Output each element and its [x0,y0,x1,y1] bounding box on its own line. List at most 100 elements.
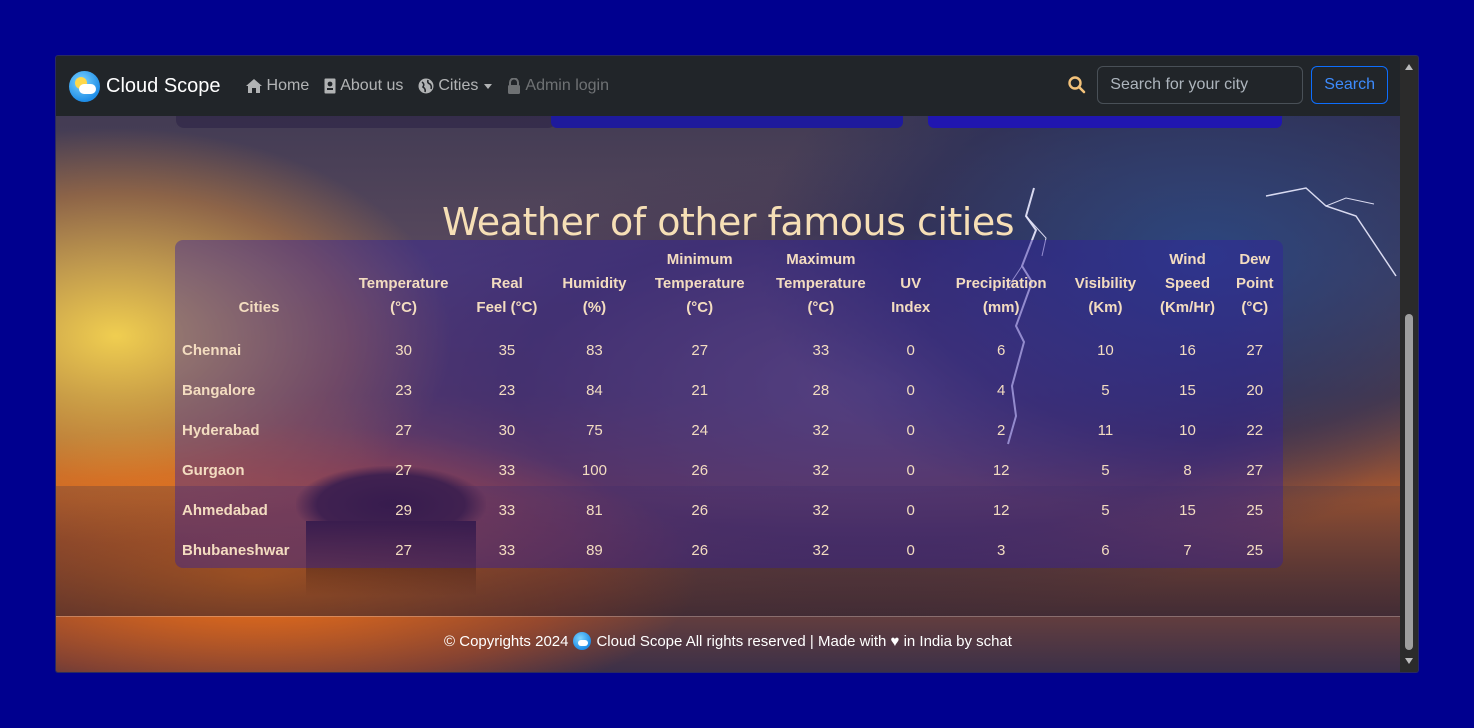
table-cell: 21 [691,381,709,399]
table-cell: 16 [1179,341,1196,359]
table-cell: 7 [1183,541,1192,559]
weather-table-container: Cities Temperature (°C) Real Feel (°C) Hum… [175,240,1283,568]
table-cell: 23 [395,381,412,399]
table-cell: 84 [586,381,603,399]
city-name: Bhubaneshwar [182,541,290,559]
table-cell: 30 [498,421,516,439]
table-cell: 8 [1183,461,1192,479]
footer: © Copyrights 2024 Cloud Scope All rights… [56,632,1400,650]
table-cell: 10 [1097,341,1114,359]
brand-name: Cloud Scope [106,74,221,97]
table-cell: 3 [996,541,1006,559]
table-cell: 30 [395,341,412,359]
nav-admin-login[interactable]: Admin login [507,77,609,95]
city-name: Hyderabad [182,421,260,439]
header-cities: Cities [238,299,280,316]
table-cell: 27 [395,421,412,439]
table-row: Hyderabad 27 30 75 24 32 0 2 11 10 22 [175,410,1283,450]
footer-credits: Cloud Scope All rights reserved | Made w… [596,632,1012,650]
city-name: Chennai [182,341,242,359]
table-cell: 5 [1101,501,1110,519]
table-cell: 24 [691,421,709,439]
table-cell: 33 [498,541,516,559]
nav-about[interactable]: About us [324,77,403,95]
brand[interactable]: Cloud Scope [69,70,221,102]
lock-icon [508,78,521,94]
table-cell: 33 [498,501,516,519]
header-humidity: Humidity (%) [562,275,627,316]
nav-cities-label: Cities [438,77,479,94]
table-cell: 22 [1246,421,1264,439]
table-cell: 32 [812,461,830,479]
table-cell: 5 [1101,381,1110,399]
nav-home[interactable]: Home [245,77,310,95]
table-cell: 0 [906,541,915,559]
table-cell: 83 [586,341,603,359]
table-cell: 33 [498,461,516,479]
table-cell: 26 [691,541,709,559]
table-cell: 27 [1246,341,1264,359]
header-uv-index: UV Index [891,275,931,316]
nav-cities-dropdown[interactable]: Cities [418,77,493,95]
table-cell: 27 [1246,461,1264,479]
table-row: Gurgaon 27 33 100 26 32 0 12 5 8 27 [175,450,1283,490]
header-wind-speed: Wind Speed (Km/Hr) [1159,251,1215,316]
table-cell: 15 [1179,501,1196,519]
table-row: Ahmedabad 29 33 81 26 32 0 12 5 15 25 [175,490,1283,530]
scroll-down-arrow-icon[interactable] [1405,658,1413,664]
nav-links: Home About us Cities Admin login [245,77,624,95]
table-cell: 5 [1101,461,1110,479]
table-cell: 10 [1179,421,1196,439]
table-cell: 0 [906,501,915,519]
table-cell: 6 [1101,541,1110,559]
table-row: Bangalore 23 23 84 21 28 0 4 5 15 20 [175,370,1283,410]
header-temperature: Temperature (°C) [358,275,449,316]
table-cell: 81 [586,501,603,519]
header-precipitation: Precipitation (mm) [955,275,1047,316]
table-cell: 4 [996,381,1006,399]
header-max-temperature: Maximum Temperature (°C) [775,251,866,316]
table-header-row: Cities Temperature (°C) Real Feel (°C) Hum… [175,240,1283,330]
table-cell: 0 [906,421,915,439]
header-dew-point: Dew Point (°C) [1236,251,1274,316]
table-cell: 23 [498,381,516,399]
table-cell: 27 [395,541,412,559]
table-cell: 100 [581,461,607,479]
table-cell: 25 [1246,541,1264,559]
table-cell: 2 [996,421,1006,439]
table-cell: 27 [691,341,709,359]
table-cell: 0 [906,381,915,399]
table-cell: 29 [395,501,412,519]
footer-divider [56,616,1400,617]
nav-home-label: Home [266,77,310,94]
table-row: Chennai 30 35 83 27 33 0 6 10 16 27 [175,330,1283,370]
cloud-sun-logo-icon [69,70,100,102]
globe-icon [418,78,434,94]
city-name: Bangalore [182,381,256,399]
navbar: Cloud Scope Home About us Cities Admin l… [56,56,1400,116]
scroll-up-arrow-icon[interactable] [1405,64,1413,70]
table-cell: 12 [992,501,1010,519]
table-cell: 25 [1246,501,1264,519]
search-input[interactable] [1097,66,1304,104]
table-cell: 6 [996,341,1006,359]
city-name: Gurgaon [182,461,245,479]
table-cell: 15 [1179,381,1196,399]
browser-viewport: Cloud Scope Home About us Cities Admin l… [56,56,1418,672]
scrollbar[interactable] [1400,56,1418,672]
table-cell: 35 [498,341,516,359]
weather-table: Cities Temperature (°C) Real Feel (°C) Hum… [175,240,1283,570]
table-cell: 33 [812,341,830,359]
table-cell: 32 [812,541,830,559]
header-real-feel: Real Feel (°C) [476,275,538,316]
table-cell: 0 [906,341,915,359]
table-cell: 26 [691,501,709,519]
scrollbar-thumb[interactable] [1405,314,1413,650]
chevron-down-icon [484,83,493,89]
table-cell: 0 [906,461,915,479]
search-button[interactable]: Search [1311,66,1388,104]
search-icon [1068,76,1086,94]
header-visibility: Visibility (Km) [1074,275,1137,316]
section-heading: Weather of other famous cities [441,199,1015,244]
table-cell: 12 [992,461,1010,479]
